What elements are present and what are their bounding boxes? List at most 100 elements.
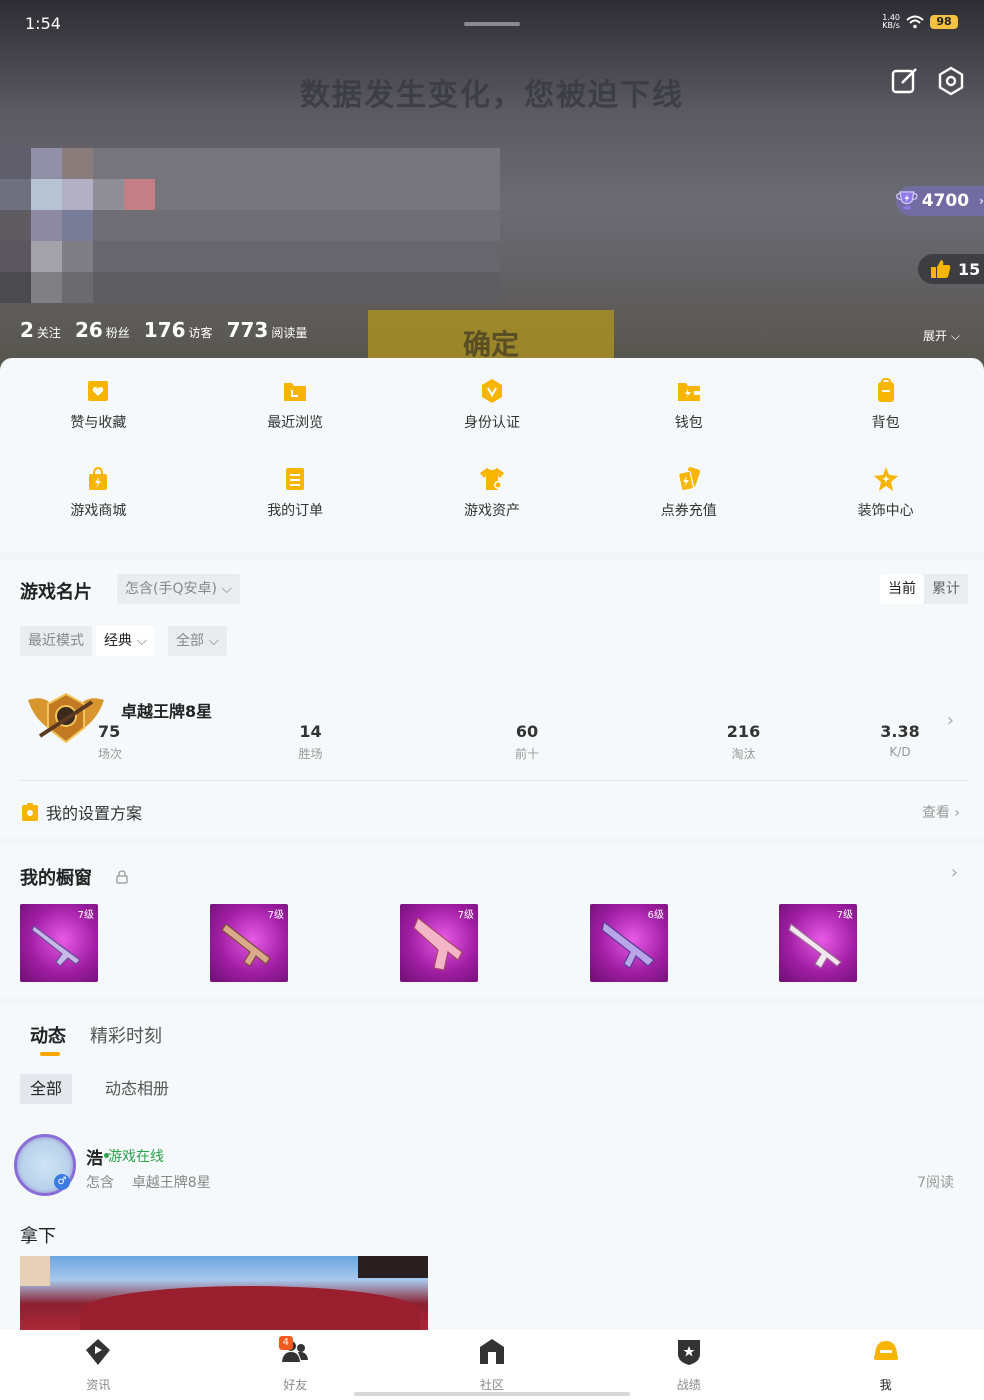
quick-item-wallet[interactable]: 钱包 <box>590 378 787 432</box>
wifi-icon <box>906 15 924 29</box>
quick-menu-panel: 赞与收藏 最近浏览 身份认证 钱包 背包 游戏商城 我的订单 游戏资产 点券充值… <box>0 358 984 552</box>
showcase-weapon-4[interactable]: 6级 <box>590 904 668 982</box>
like-count-value: 15 <box>958 259 981 279</box>
trophy-points-value: 4700 <box>921 191 970 211</box>
stat-top-ten: 60 前十 <box>514 722 539 761</box>
coupon-cards-icon <box>677 467 700 492</box>
game-card-panel: 游戏名片 怎含(手Q安卓) ⌵ 当前 累计 最近模式 经典 ⌵ 全部 ⌵ 卓越王… <box>0 560 984 838</box>
tab-highlights[interactable]: 精彩时刻 <box>90 1022 162 1048</box>
stat-matches: 75 场次 <box>98 722 123 761</box>
like-count-badge[interactable]: 15 <box>918 254 984 284</box>
game-card-title: 游戏名片 <box>20 582 92 603</box>
post-author-status: 游戏在线 <box>108 1149 164 1165</box>
nav-records[interactable]: 战绩 <box>590 1330 787 1400</box>
friends-badge: 4 <box>278 1336 293 1350</box>
shopping-bag-icon <box>89 466 108 490</box>
nav-me[interactable]: 我 <box>787 1330 984 1400</box>
active-tab-indicator <box>40 1052 60 1056</box>
lock-icon <box>116 870 128 884</box>
helmet-icon <box>873 1341 898 1360</box>
verified-badge-icon <box>481 379 502 403</box>
divider <box>20 780 968 781</box>
quick-item-decoration[interactable]: 装饰中心 <box>787 466 984 520</box>
offline-banner-text: 数据发生变化，您被迫下线 <box>300 78 684 113</box>
status-time: 1:54 <box>25 14 61 33</box>
stat-kd: 3.38 K/D <box>880 722 920 759</box>
nav-news[interactable]: 资讯 <box>0 1330 197 1400</box>
toggle-current[interactable]: 当前 <box>880 574 924 604</box>
quick-item-verification[interactable]: 身份认证 <box>394 378 591 432</box>
battery-indicator: 98 <box>930 15 958 29</box>
following-count[interactable]: 2 <box>20 318 34 342</box>
post-text: 拿下 <box>20 1226 56 1247</box>
pixelated-avatar-area <box>0 148 500 304</box>
current-total-toggle: 当前 累计 <box>880 574 968 604</box>
bottom-nav: 资讯 4 好友 社区 战绩 我 <box>0 1330 984 1400</box>
chevron-right-icon: › <box>954 805 960 821</box>
view-settings-link[interactable]: 查看 › <box>922 802 960 822</box>
mode-selector[interactable]: 经典 ⌵ <box>96 626 156 656</box>
tshirt-icon <box>479 468 504 490</box>
backpack-icon <box>877 378 894 402</box>
tab-moments[interactable]: 动态 <box>30 1022 66 1048</box>
account-selector[interactable]: 怎含(手Q安卓) ⌵ <box>117 574 241 604</box>
stat-eliminations: 216 淘汰 <box>726 722 761 761</box>
quick-item-likes-favorites[interactable]: 赞与收藏 <box>0 378 197 432</box>
nav-friends[interactable]: 4 好友 <box>197 1330 394 1400</box>
scope-selector[interactable]: 全部 ⌵ <box>168 626 228 656</box>
showcase-title: 我的橱窗 <box>20 868 92 889</box>
quick-item-recharge[interactable]: 点券充值 <box>590 466 787 520</box>
chevron-down-icon: ⌵ <box>136 633 148 649</box>
showcase-weapon-2[interactable]: 7级 <box>210 904 288 982</box>
trophy-points-badge[interactable]: 4700 › <box>896 186 984 216</box>
stat-wins: 14 胜场 <box>298 722 323 761</box>
quick-item-orders[interactable]: 我的订单 <box>197 466 394 520</box>
quick-item-game-assets[interactable]: 游戏资产 <box>394 466 591 520</box>
trophy-icon <box>896 191 918 210</box>
chevron-down-icon: ⌵ <box>221 581 233 597</box>
expand-button[interactable]: 展开 ⌵ <box>923 327 960 344</box>
chevron-down-icon: ⌵ <box>950 329 960 343</box>
profile-header: 数据发生变化，您被迫下线 确定 1:54 1.40 KB/s 98 4700 ›… <box>0 0 984 372</box>
filter-all[interactable]: 全部 <box>20 1074 73 1104</box>
quick-item-recent[interactable]: 最近浏览 <box>197 378 394 432</box>
male-gender-icon: ♂ <box>54 1174 70 1190</box>
chevron-right-icon: › <box>979 194 984 208</box>
followers-label: 粉丝 <box>105 326 130 340</box>
mode-label: 最近模式 <box>20 626 92 656</box>
showcase-weapon-5[interactable]: 7级 <box>779 904 857 982</box>
reads-count: 773 <box>226 318 269 342</box>
post-read-count: 7阅读 <box>917 1175 954 1191</box>
quick-item-game-store[interactable]: 游戏商城 <box>0 466 197 520</box>
settings-plan-icon <box>22 803 38 821</box>
settings-icon[interactable] <box>936 66 966 96</box>
post-screenshot-image[interactable] <box>20 1256 428 1336</box>
wallet-icon <box>677 383 700 401</box>
toggle-total[interactable]: 累计 <box>924 574 968 604</box>
community-house-icon <box>479 1339 504 1364</box>
top-handle <box>464 22 520 26</box>
filter-album[interactable]: 动态相册 <box>95 1074 179 1104</box>
edit-icon[interactable] <box>890 66 920 96</box>
chevron-right-icon[interactable]: › <box>947 710 954 731</box>
visitors-label: 访客 <box>188 326 213 340</box>
chevron-right-icon[interactable]: › <box>951 862 958 883</box>
followers-count[interactable]: 26 <box>75 318 103 342</box>
rank-stats: 75 场次 14 胜场 60 前十 216 淘汰 3.38 K/D <box>34 722 940 762</box>
feed-panel: 动态 精彩时刻 全部 动态相册 ♂ 浩 游戏在线 怎含 卓越王牌8星 7阅读 拿… <box>0 1006 984 1336</box>
post-author-meta: 怎含 卓越王牌8星 <box>86 1175 211 1191</box>
rank-title: 卓越王牌8星 <box>121 702 213 721</box>
post-author-name[interactable]: 浩 <box>86 1144 103 1169</box>
my-settings-row[interactable]: 我的设置方案 <box>22 800 142 824</box>
profile-stats: 2 关注 26 粉丝 176 访客 773 阅读量 <box>20 318 321 342</box>
quick-item-backpack[interactable]: 背包 <box>787 378 984 432</box>
following-label: 关注 <box>36 326 61 340</box>
chevron-down-icon: ⌵ <box>208 633 220 649</box>
showcase-weapon-3[interactable]: 7级 <box>400 904 478 982</box>
nav-community[interactable]: 社区 <box>394 1330 591 1400</box>
showcase-weapon-1[interactable]: 7级 <box>20 904 98 982</box>
play-diamond-icon <box>86 1339 111 1365</box>
reads-label: 阅读量 <box>271 326 308 340</box>
visitors-count[interactable]: 176 <box>144 318 186 342</box>
status-indicators: 1.40 KB/s 98 <box>882 14 958 30</box>
